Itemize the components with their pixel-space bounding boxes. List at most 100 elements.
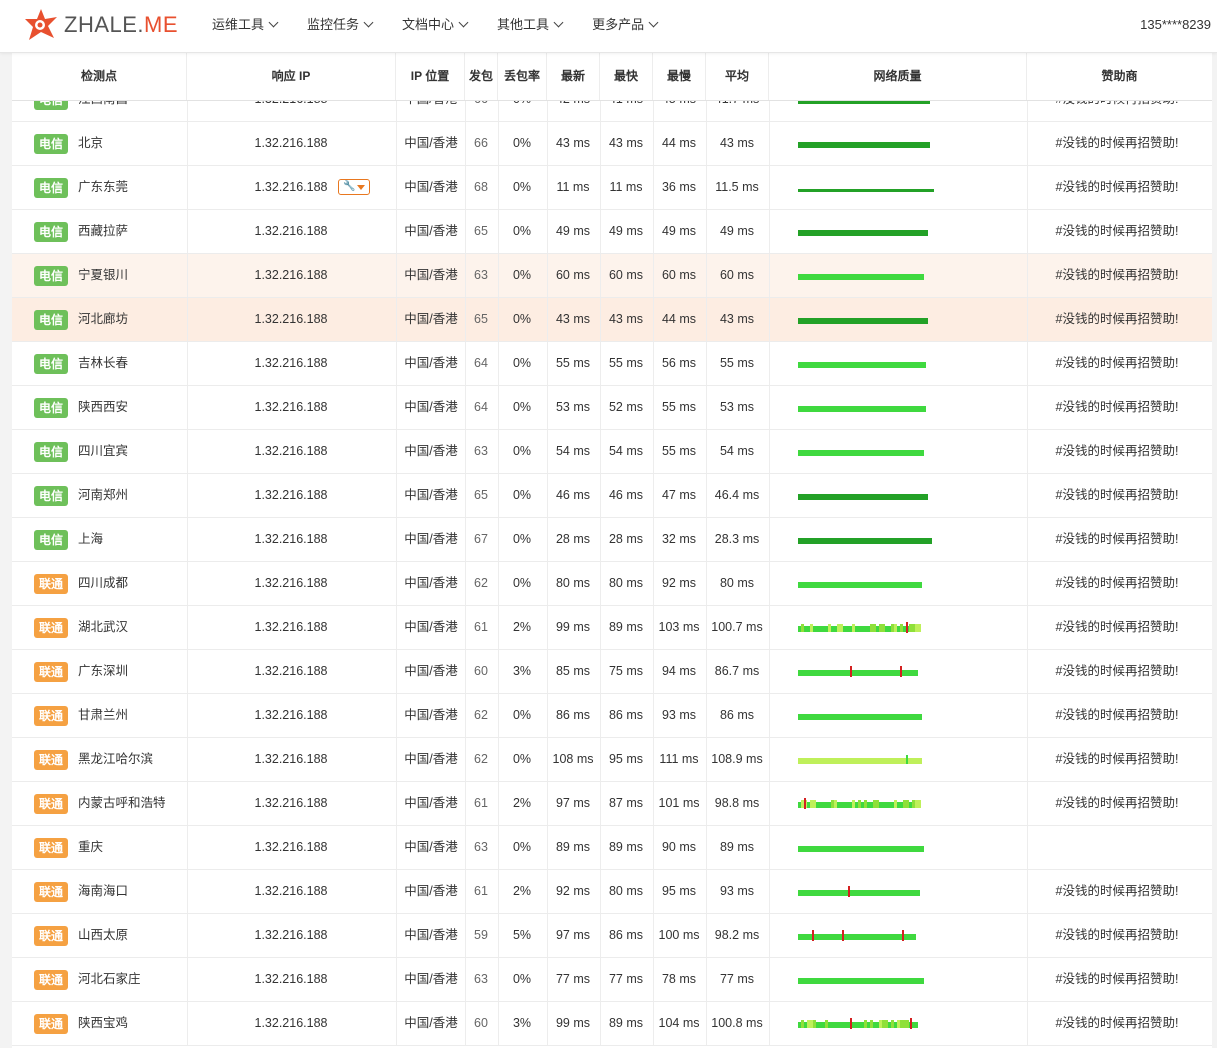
network-quality-bar[interactable] [798, 534, 934, 545]
network-quality-bar[interactable] [798, 798, 922, 809]
col-ip-location-header[interactable]: IP 位置 [396, 52, 465, 100]
table-row[interactable]: 联通 四川成都 1.32.216.188 中国/香港 62 0% 80 ms 80 ms 92 … [12, 562, 1212, 606]
col-loss-rate-header[interactable]: 丢包率 [498, 52, 547, 100]
response-ip: 1.32.216.188 [254, 312, 328, 326]
table-row[interactable]: 电信 北京 1.32.216.188 中国/香港 66 0% 43 ms 43 ms 44 ms… [12, 122, 1212, 166]
packet-loss-tick [850, 666, 852, 677]
sponsor-text[interactable]: #没钱的时候再招赞助! [1027, 782, 1207, 825]
col-latest-header[interactable]: 最新 [547, 52, 600, 100]
table-row[interactable]: 联通 黑龙江哈尔滨 1.32.216.188 中国/香港 62 0% 108 ms 95 ms… [12, 738, 1212, 782]
nav-docs[interactable]: 文档中心 [402, 0, 469, 52]
sponsor-text[interactable]: #没钱的时候再招赞助! [1027, 650, 1207, 693]
sponsor-text[interactable]: #没钱的时候再招赞助! [1027, 518, 1207, 561]
table-row[interactable]: 联通 海南海口 1.32.216.188 中国/香港 61 2% 92 ms 80 ms 95 … [12, 870, 1212, 914]
col-sponsor-header[interactable]: 赞助商 [1027, 52, 1212, 100]
network-quality-bar[interactable] [798, 358, 928, 369]
col-checkpoint-header[interactable]: 检测点 [12, 52, 187, 100]
nav-monitor-tasks[interactable]: 监控任务 [307, 0, 374, 52]
network-quality-bar[interactable] [798, 578, 924, 589]
table-row[interactable]: 联通 河北石家庄 1.32.216.188 中国/香港 63 0% 77 ms 77 ms 78… [12, 958, 1212, 1002]
sponsor-text[interactable]: #没钱的时候再招赞助! [1027, 430, 1207, 473]
col-network-quality-header[interactable]: 网络质量 [769, 52, 1027, 100]
network-quality-bar[interactable] [798, 974, 926, 985]
network-quality-bar[interactable] [798, 886, 922, 897]
column-divider [769, 870, 770, 913]
sponsor-text[interactable]: #没钱的时候再招赞助! [1027, 166, 1207, 209]
table-row[interactable]: 电信 四川宜宾 1.32.216.188 中国/香港 63 0% 54 ms 54 ms 55 … [12, 430, 1212, 474]
table-row[interactable]: 电信 西藏拉萨 1.32.216.188 中国/香港 65 0% 49 ms 49 ms 49 … [12, 210, 1212, 254]
table-row[interactable]: 联通 内蒙古呼和浩特 1.32.216.188 中国/香港 61 2% 97 ms 87 ms… [12, 782, 1212, 826]
column-divider [396, 342, 397, 385]
network-quality-bar[interactable] [798, 182, 936, 193]
sponsor-text[interactable]: #没钱的时候再招赞助! [1027, 386, 1207, 429]
sponsor-text[interactable]: #没钱的时候再招赞助! [1027, 958, 1207, 1001]
user-account[interactable]: 135****8239 [1140, 0, 1211, 50]
sponsor-text[interactable] [1027, 826, 1207, 869]
table-row[interactable]: 电信 河北廊坊 1.32.216.188 中国/香港 65 0% 43 ms 43 ms 44 … [12, 298, 1212, 342]
network-quality-bar[interactable] [798, 446, 926, 457]
network-quality-bar[interactable] [798, 314, 930, 325]
sponsor-text[interactable]: #没钱的时候再招赞助! [1027, 606, 1207, 649]
network-quality-bar[interactable] [798, 622, 922, 633]
latency-fastest: 89 ms [608, 620, 644, 634]
table-row[interactable]: 电信 吉林长春 1.32.216.188 中国/香港 64 0% 55 ms 55 ms 56 … [12, 342, 1212, 386]
sponsor-text[interactable]: #没钱的时候再招赞助! [1027, 210, 1207, 253]
column-divider [187, 914, 188, 957]
site-logo[interactable]: ZHALE.ME [24, 8, 178, 42]
sponsor-text[interactable]: #没钱的时候再招赞助! [1027, 694, 1207, 737]
table-row[interactable]: 联通 甘肃兰州 1.32.216.188 中国/香港 62 0% 86 ms 86 ms 93 … [12, 694, 1212, 738]
col-packets-header[interactable]: 发包 [465, 52, 498, 100]
network-quality-bar[interactable] [798, 666, 920, 677]
network-quality-bar[interactable] [798, 754, 924, 765]
table-row[interactable]: 电信 陕西西安 1.32.216.188 中国/香港 64 0% 53 ms 52 ms 55 … [12, 386, 1212, 430]
ip-location: 中国/香港 [404, 752, 458, 766]
nav-ops-tools[interactable]: 运维工具 [212, 0, 279, 52]
table-row[interactable]: 电信 宁夏银川 1.32.216.188 中国/香港 63 0% 60 ms 60 ms 60 … [12, 254, 1212, 298]
nav-other-tools[interactable]: 其他工具 [497, 0, 564, 52]
network-quality-bar[interactable] [798, 710, 924, 721]
table-row[interactable]: 电信 河南郑州 1.32.216.188 中国/香港 65 0% 46 ms 46 ms 47 … [12, 474, 1212, 518]
ip-tools-dropdown[interactable]: 🔧 [338, 179, 370, 195]
sponsor-text[interactable]: #没钱的时候再招赞助! [1027, 254, 1207, 297]
network-quality-bar[interactable] [798, 402, 928, 413]
sponsor-text[interactable]: #没钱的时候再招赞助! [1027, 122, 1207, 165]
col-average-header[interactable]: 平均 [706, 52, 769, 100]
quality-segment [885, 1020, 888, 1028]
table-row[interactable]: 联通 广东深圳 1.32.216.188 中国/香港 60 3% 85 ms 75 ms 94 … [12, 650, 1212, 694]
response-ip: 1.32.216.188 [254, 708, 328, 722]
sponsor-text[interactable]: #没钱的时候再招赞助! [1027, 870, 1207, 913]
response-ip: 1.32.216.188 [254, 752, 328, 766]
col-slowest-header[interactable]: 最慢 [653, 52, 706, 100]
network-quality-bar[interactable] [798, 930, 918, 941]
network-quality-bar[interactable] [798, 490, 930, 501]
table-row[interactable]: 联通 山西太原 1.32.216.188 中国/香港 59 5% 97 ms 86 ms 100… [12, 914, 1212, 958]
table-row[interactable]: 电信 广东东莞 1.32.216.188 中国/香港 68 0% 11 ms 11 ms 36 … [12, 166, 1212, 210]
loss-rate: 0% [512, 224, 532, 238]
isp-badge: 联通 [34, 794, 68, 814]
network-quality-bar[interactable] [798, 138, 932, 149]
latency-fastest: 77 ms [608, 972, 644, 986]
col-fastest-header[interactable]: 最快 [600, 52, 653, 100]
sponsor-text[interactable]: #没钱的时候再招赞助! [1027, 914, 1207, 957]
network-quality-bar[interactable] [798, 842, 926, 853]
table-row[interactable]: 联通 陕西宝鸡 1.32.216.188 中国/香港 60 3% 99 ms 89 ms 104… [12, 1002, 1212, 1046]
quality-segment [918, 624, 921, 632]
network-quality-bar[interactable] [798, 270, 926, 281]
latency-fastest: 28 ms [608, 532, 644, 546]
sponsor-text[interactable]: #没钱的时候再招赞助! [1027, 474, 1207, 517]
network-quality-bar[interactable] [798, 226, 930, 237]
sponsor-text[interactable]: #没钱的时候再招赞助! [1027, 1002, 1207, 1045]
col-response-ip-header[interactable]: 响应 IP [187, 52, 396, 100]
network-quality-bar[interactable] [798, 1018, 920, 1029]
table-row[interactable]: 联通 湖北武汉 1.32.216.188 中国/香港 61 2% 99 ms 89 ms 103… [12, 606, 1212, 650]
quality-segment [894, 800, 897, 808]
table-row[interactable]: 联通 重庆 1.32.216.188 中国/香港 63 0% 89 ms 89 ms 90 ms… [12, 826, 1212, 870]
network-quality-chart [798, 755, 922, 764]
sponsor-text[interactable]: #没钱的时候再招赞助! [1027, 298, 1207, 341]
table-row[interactable]: 电信 上海 1.32.216.188 中国/香港 67 0% 28 ms 28 ms 32 ms… [12, 518, 1212, 562]
quality-bar [798, 494, 928, 500]
sponsor-text[interactable]: #没钱的时候再招赞助! [1027, 342, 1207, 385]
sponsor-text[interactable]: #没钱的时候再招赞助! [1027, 738, 1207, 781]
sponsor-text[interactable]: #没钱的时候再招赞助! [1027, 562, 1207, 605]
nav-more-products[interactable]: 更多产品 [592, 0, 659, 52]
